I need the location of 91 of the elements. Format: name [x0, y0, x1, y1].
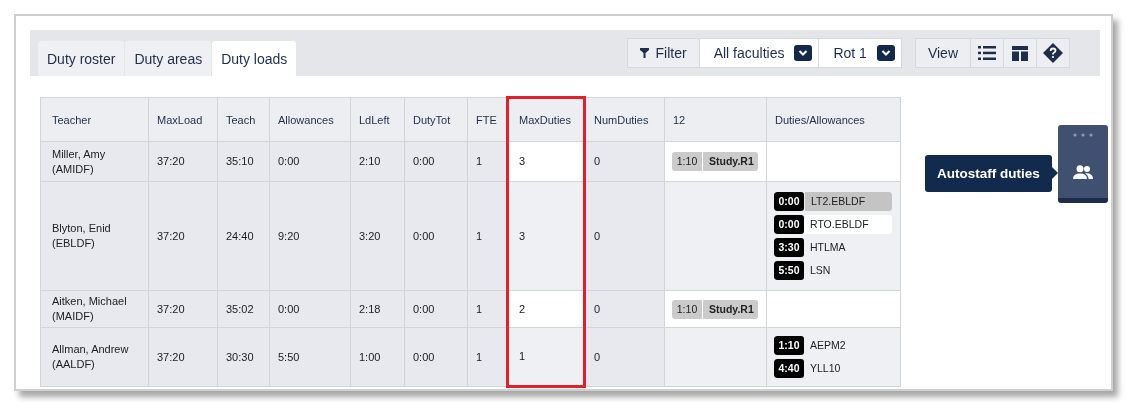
table-cell: 3:20: [350, 181, 405, 291]
column-header[interactable]: MaxDuties: [507, 97, 585, 142]
duty-time: 1:10: [672, 152, 703, 171]
duty-label: HTLMA: [809, 240, 847, 256]
table-cell: 0:00: [404, 290, 468, 328]
table-cell[interactable]: [664, 327, 767, 387]
layout-button[interactable]: [1003, 38, 1037, 68]
faculty-dropdown[interactable]: All faculties: [698, 38, 820, 68]
column-header[interactable]: DutyTot: [404, 97, 468, 142]
duty-time: 1:10: [774, 336, 804, 355]
table-cell[interactable]: 0:00 LT2.EBLDF 0:00 RTO.EBLDF 3:30 HTLMA 5:50 LSN: [766, 181, 901, 291]
duty-label: AEPM2: [809, 338, 847, 354]
tab[interactable]: Duty loads: [212, 41, 297, 76]
duty-label: LSN: [809, 263, 832, 279]
list-icon: [978, 46, 996, 60]
chevron-down-icon: [876, 45, 895, 61]
table-cell[interactable]: 3: [507, 141, 585, 182]
table-cell: 1:00: [350, 327, 405, 387]
table-cell: 0:00: [404, 141, 468, 182]
table-cell: 30:30: [217, 327, 270, 387]
more-icon: [1072, 133, 1093, 137]
table-cell: 0: [584, 327, 665, 387]
table-cell: 1: [467, 290, 508, 328]
column-header[interactable]: Duties/Allowances: [766, 97, 901, 142]
table-cell: 9:20: [269, 181, 351, 291]
duty-time: 5:50: [774, 261, 804, 280]
table-cell[interactable]: 2: [507, 290, 585, 328]
table-cell: Allman, Andrew (AALDF): [40, 327, 149, 387]
help-button[interactable]: [1036, 38, 1070, 68]
table-cell: 2:10: [350, 141, 405, 182]
duty-time: 0:00: [774, 215, 804, 234]
column-header[interactable]: LdLeft: [350, 97, 405, 142]
view-button[interactable]: View: [914, 38, 971, 68]
users-icon: [1072, 165, 1093, 180]
filter-icon: [639, 48, 649, 58]
rotation-dropdown[interactable]: Rot 1: [818, 38, 902, 68]
table-cell: 35:02: [217, 290, 270, 328]
duty-time: 4:40: [774, 359, 804, 378]
table-cell: 1: [467, 141, 508, 182]
duty-label: Study.R1: [703, 299, 758, 319]
table-cell: Miller, Amy (AMIDF): [40, 141, 149, 182]
table-cell: 37:20: [148, 327, 218, 387]
column-header[interactable]: Teach: [217, 97, 270, 142]
table-cell[interactable]: [766, 290, 901, 328]
help-icon: [1043, 43, 1063, 63]
tab[interactable]: Duty roster: [38, 41, 125, 76]
table-cell: Blyton, Enid (EBLDF): [40, 181, 149, 291]
table-cell[interactable]: 1: [507, 327, 585, 387]
column-header[interactable]: Allowances: [269, 97, 351, 142]
table-cell: 0: [584, 141, 665, 182]
table-cell: 37:20: [148, 181, 218, 291]
duty-label: LT2.EBLDF: [805, 192, 892, 211]
table-cell: 0:00: [404, 181, 468, 291]
table-cell: 0:00: [269, 290, 351, 328]
table-cell: 37:20: [148, 141, 218, 182]
table-cell[interactable]: 1:10 AEPM2 4:40 YLL10: [766, 327, 901, 387]
table-cell: 24:40: [217, 181, 270, 291]
column-header[interactable]: NumDuties: [584, 97, 665, 142]
tab[interactable]: Duty areas: [125, 41, 212, 76]
table-cell[interactable]: 1:10 Study.R1: [664, 141, 767, 182]
chevron-down-icon: [794, 45, 813, 61]
table-cell: 2:18: [350, 290, 405, 328]
table-cell: 35:10: [217, 141, 270, 182]
table-cell[interactable]: [766, 141, 901, 182]
table-cell[interactable]: 3: [507, 181, 585, 291]
duty-label: RTO.EBLDF: [804, 215, 892, 234]
table-cell: 37:20: [148, 290, 218, 328]
list-view-button[interactable]: [970, 38, 1004, 68]
duty-time: 3:30: [774, 238, 804, 257]
autostaff-button[interactable]: [1072, 165, 1093, 180]
table-cell[interactable]: 1:10 Study.R1: [664, 290, 767, 328]
table-cell: 5:50: [269, 327, 351, 387]
table-cell: 1: [467, 327, 508, 387]
table-cell[interactable]: [664, 181, 767, 291]
column-header[interactable]: Teacher: [40, 97, 149, 142]
table-cell: 0: [584, 181, 665, 291]
table-cell: Aitken, Michael (MAIDF): [40, 290, 149, 328]
duty-label: Study.R1: [703, 152, 758, 171]
filter-button[interactable]: Filter: [626, 38, 700, 68]
table-cell: 1: [467, 181, 508, 291]
columns-layout-icon: [1012, 45, 1028, 61]
duty-time: 1:10: [672, 299, 703, 319]
tooltip: Autostaff duties: [925, 155, 1052, 192]
duty-label: YLL10: [809, 361, 842, 377]
column-header[interactable]: MaxLoad: [148, 97, 218, 142]
column-header[interactable]: 12: [664, 97, 767, 142]
table-cell: 0: [584, 290, 665, 328]
table-cell: 0:00: [404, 327, 468, 387]
duty-time: 0:00: [774, 192, 804, 211]
table-cell: 0:00: [269, 141, 351, 182]
column-header[interactable]: FTE: [467, 97, 508, 142]
